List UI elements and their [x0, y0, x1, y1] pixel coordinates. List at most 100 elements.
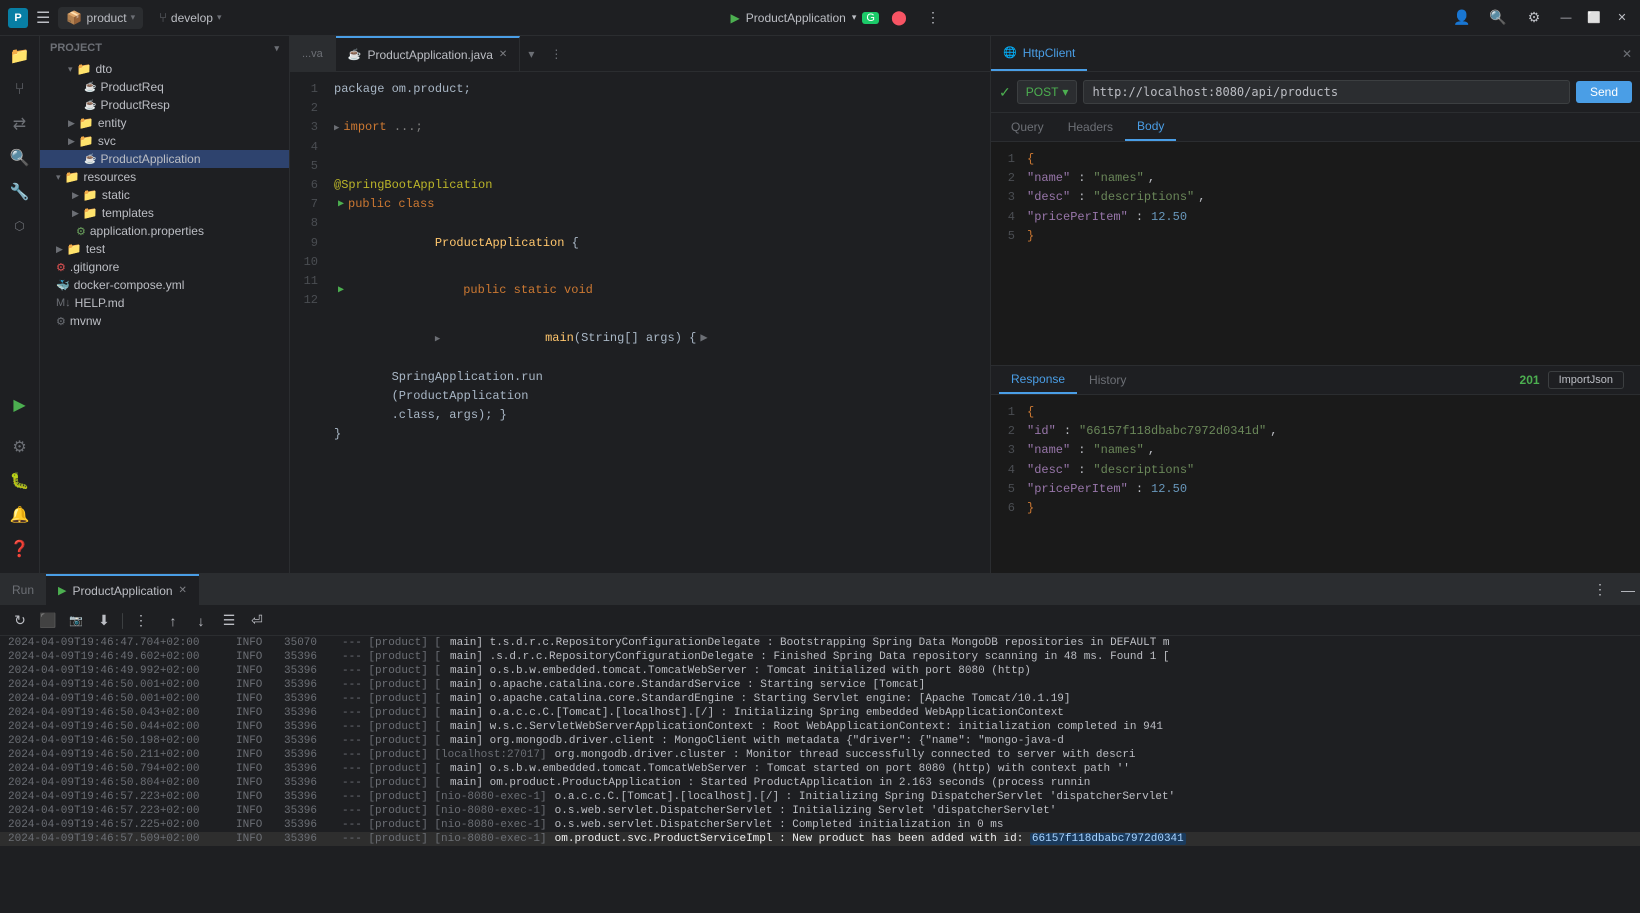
url-bar: ✓ POST ▾ Send	[991, 72, 1640, 113]
sidebar-icon-help[interactable]: ❓	[4, 533, 36, 565]
bottom-tab-productapp[interactable]: ▶ ProductApplication ✕	[46, 574, 199, 605]
tree-item-docker[interactable]: 🐳 docker-compose.yml	[40, 276, 289, 294]
code-content[interactable]: package om.product; ▶ import ...; @Sprin…	[326, 72, 990, 573]
tree-item-entity[interactable]: ▶ 📁 entity	[40, 114, 289, 132]
bottom-tab-run[interactable]: Run	[0, 574, 46, 605]
stop-btn[interactable]: ⬛	[36, 609, 60, 633]
more-icon-btn[interactable]: ⋮	[919, 4, 947, 32]
file-tree-header: Project ▾	[40, 36, 289, 60]
tree-item-mvnw[interactable]: ⚙ mvnw	[40, 312, 289, 330]
sidebar-icon-search[interactable]: 🔍	[4, 142, 36, 174]
tree-label-gitignore: .gitignore	[70, 260, 119, 274]
debug-icon-btn[interactable]: ⬤	[885, 4, 913, 32]
httpclient-tab-label: HttpClient	[1023, 46, 1076, 60]
branch-name: develop	[171, 11, 213, 25]
httpclient-tab[interactable]: 🌐 HttpClient	[991, 36, 1087, 71]
tree-item-svc[interactable]: ▶ 📁 svc	[40, 132, 289, 150]
wrap-btn[interactable]: ⏎	[245, 609, 269, 633]
tree-item-help-md[interactable]: M↓ HELP.md	[40, 294, 289, 312]
tree-item-resources[interactable]: ▾ 📁 resources	[40, 168, 289, 186]
req-line-3: 3 "desc" : "descriptions" ,	[999, 188, 1632, 207]
response-tab-response[interactable]: Response	[999, 366, 1077, 394]
code-line-3: ▶ import ...;	[334, 118, 990, 137]
up-scroll-btn[interactable]: ↑	[161, 609, 185, 633]
response-tab-history[interactable]: History	[1077, 367, 1138, 393]
branch-selector[interactable]: ⑂ develop ▾	[151, 7, 229, 28]
response-body[interactable]: 1 { 2 "id" : "66157f118dbabc7972d0341d" …	[991, 395, 1640, 573]
restart-btn[interactable]: ↻	[8, 609, 32, 633]
send-button[interactable]: Send	[1576, 81, 1632, 103]
maximize-btn[interactable]: ⬜	[1584, 8, 1604, 28]
search-icon[interactable]: 🔍	[1484, 4, 1512, 32]
log-area[interactable]: 2024-04-09T19:46:47.704+02:00 INFO 35070…	[0, 636, 1640, 913]
project-selector[interactable]: 📦 product ▾	[58, 7, 143, 29]
down-scroll-btn[interactable]: ↓	[189, 609, 213, 633]
tree-label-help-md: HELP.md	[75, 296, 125, 310]
main-container: 📁 ⑂ ⇄ 🔍 🔧 ⬡ ▶ ⚙ 🐛 🔔 ❓ Project ▾ ▾ 📁 dto	[0, 36, 1640, 913]
fold-arrow-import[interactable]: ▶	[334, 121, 339, 135]
tree-item-productapplication[interactable]: ☕ ProductApplication	[40, 150, 289, 168]
sidebar-icon-git[interactable]: ⑂	[4, 74, 36, 106]
tree-item-templates[interactable]: ▶ 📁 templates	[40, 204, 289, 222]
url-input[interactable]	[1083, 80, 1570, 104]
req-tab-headers[interactable]: Headers	[1056, 114, 1125, 140]
folder-icon-entity: 📁	[79, 116, 94, 130]
sidebar-icon-folder[interactable]: 📁	[4, 40, 36, 72]
sidebar-icon-notifications[interactable]: 🔔	[4, 499, 36, 531]
project-name: product	[87, 11, 127, 25]
editor-tab-productapp[interactable]: ☕ ProductApplication.java ✕	[336, 36, 521, 71]
close-btn[interactable]: ✕	[1612, 8, 1632, 28]
tab-options-btn[interactable]: ⋮	[542, 36, 570, 71]
mvnw-icon: ⚙	[56, 315, 66, 328]
run-button-method[interactable]: ▶	[334, 284, 348, 298]
sidebar-icon-debug[interactable]: 🐛	[4, 465, 36, 497]
tree-item-gitignore[interactable]: ⚙ .gitignore	[40, 258, 289, 276]
account-icon[interactable]: 👤	[1448, 4, 1476, 32]
folder-icon-dto: 📁	[77, 62, 92, 76]
tree-label-docker: docker-compose.yml	[74, 278, 185, 292]
java-main-icon-productapp: ☕	[84, 154, 96, 165]
log-line-15: 2024-04-09T19:46:57.509+02:00 INFO 35396…	[0, 832, 1640, 846]
import-json-button[interactable]: ImportJson	[1548, 371, 1624, 389]
sidebar-icon-run[interactable]: ▶	[4, 389, 36, 421]
tree-label-resources: resources	[83, 170, 136, 184]
fold-arrow-method[interactable]: ▶	[435, 332, 440, 346]
run-button-main[interactable]: ▶	[334, 198, 348, 212]
log-line-13: 2024-04-09T19:46:57.223+02:00 INFO 35396…	[0, 804, 1640, 818]
bottom-tab-close[interactable]: ✕	[179, 585, 187, 596]
req-tab-body[interactable]: Body	[1125, 113, 1176, 141]
minimize-btn[interactable]: —	[1556, 8, 1576, 28]
suspend-btn[interactable]: 📷	[64, 609, 88, 633]
tree-item-dto[interactable]: ▾ 📁 dto	[40, 60, 289, 78]
sidebar-icon-merge[interactable]: ⇄	[4, 108, 36, 140]
editor-tab-close[interactable]: ✕	[499, 49, 507, 60]
java-icon-productresp: ☕	[84, 100, 96, 111]
req-tab-query[interactable]: Query	[999, 114, 1056, 140]
bottom-minimize-btn[interactable]: —	[1616, 578, 1640, 602]
request-body[interactable]: 1 { 2 "name" : "names" , 3 "desc" : "des…	[991, 142, 1640, 365]
res-line-5: 5 "pricePerItem" : 12.50	[999, 480, 1632, 499]
tree-item-static[interactable]: ▶ 📁 static	[40, 186, 289, 204]
settings-icon[interactable]: ⚙	[1520, 4, 1548, 32]
sidebar-icon-tools[interactable]: 🔧	[4, 176, 36, 208]
tree-item-app-properties[interactable]: ⚙ application.properties	[40, 222, 289, 240]
tab-more-btn[interactable]: ▾	[520, 36, 542, 71]
scroll-end-btn[interactable]: ⬇	[92, 609, 116, 633]
more-opts-btn[interactable]: ⋮	[129, 609, 153, 633]
editor-tab-va[interactable]: ...va	[290, 36, 336, 71]
tree-item-productreq[interactable]: ☕ ProductReq	[40, 78, 289, 96]
log-line-14: 2024-04-09T19:46:57.225+02:00 INFO 35396…	[0, 818, 1640, 832]
tree-item-test[interactable]: ▶ 📁 test	[40, 240, 289, 258]
method-select[interactable]: POST ▾	[1017, 80, 1078, 104]
sidebar-icon-build[interactable]: ⚙	[4, 431, 36, 463]
hamburger-menu[interactable]: ☰	[36, 8, 50, 28]
app-logo: P	[8, 8, 28, 28]
tree-label-productreq: ProductReq	[100, 80, 163, 94]
bottom-more-btn[interactable]: ⋮	[1588, 578, 1612, 602]
sidebar-icon-plugins[interactable]: ⬡	[4, 210, 36, 242]
filter-btn[interactable]: ☰	[217, 609, 241, 633]
tree-item-productresp[interactable]: ☕ ProductResp	[40, 96, 289, 114]
httpclient-close-btn[interactable]: ✕	[1614, 36, 1640, 71]
folder-arrow-templates: ▶	[72, 208, 79, 219]
log-line-8: 2024-04-09T19:46:50.198+02:00 INFO 35396…	[0, 734, 1640, 748]
